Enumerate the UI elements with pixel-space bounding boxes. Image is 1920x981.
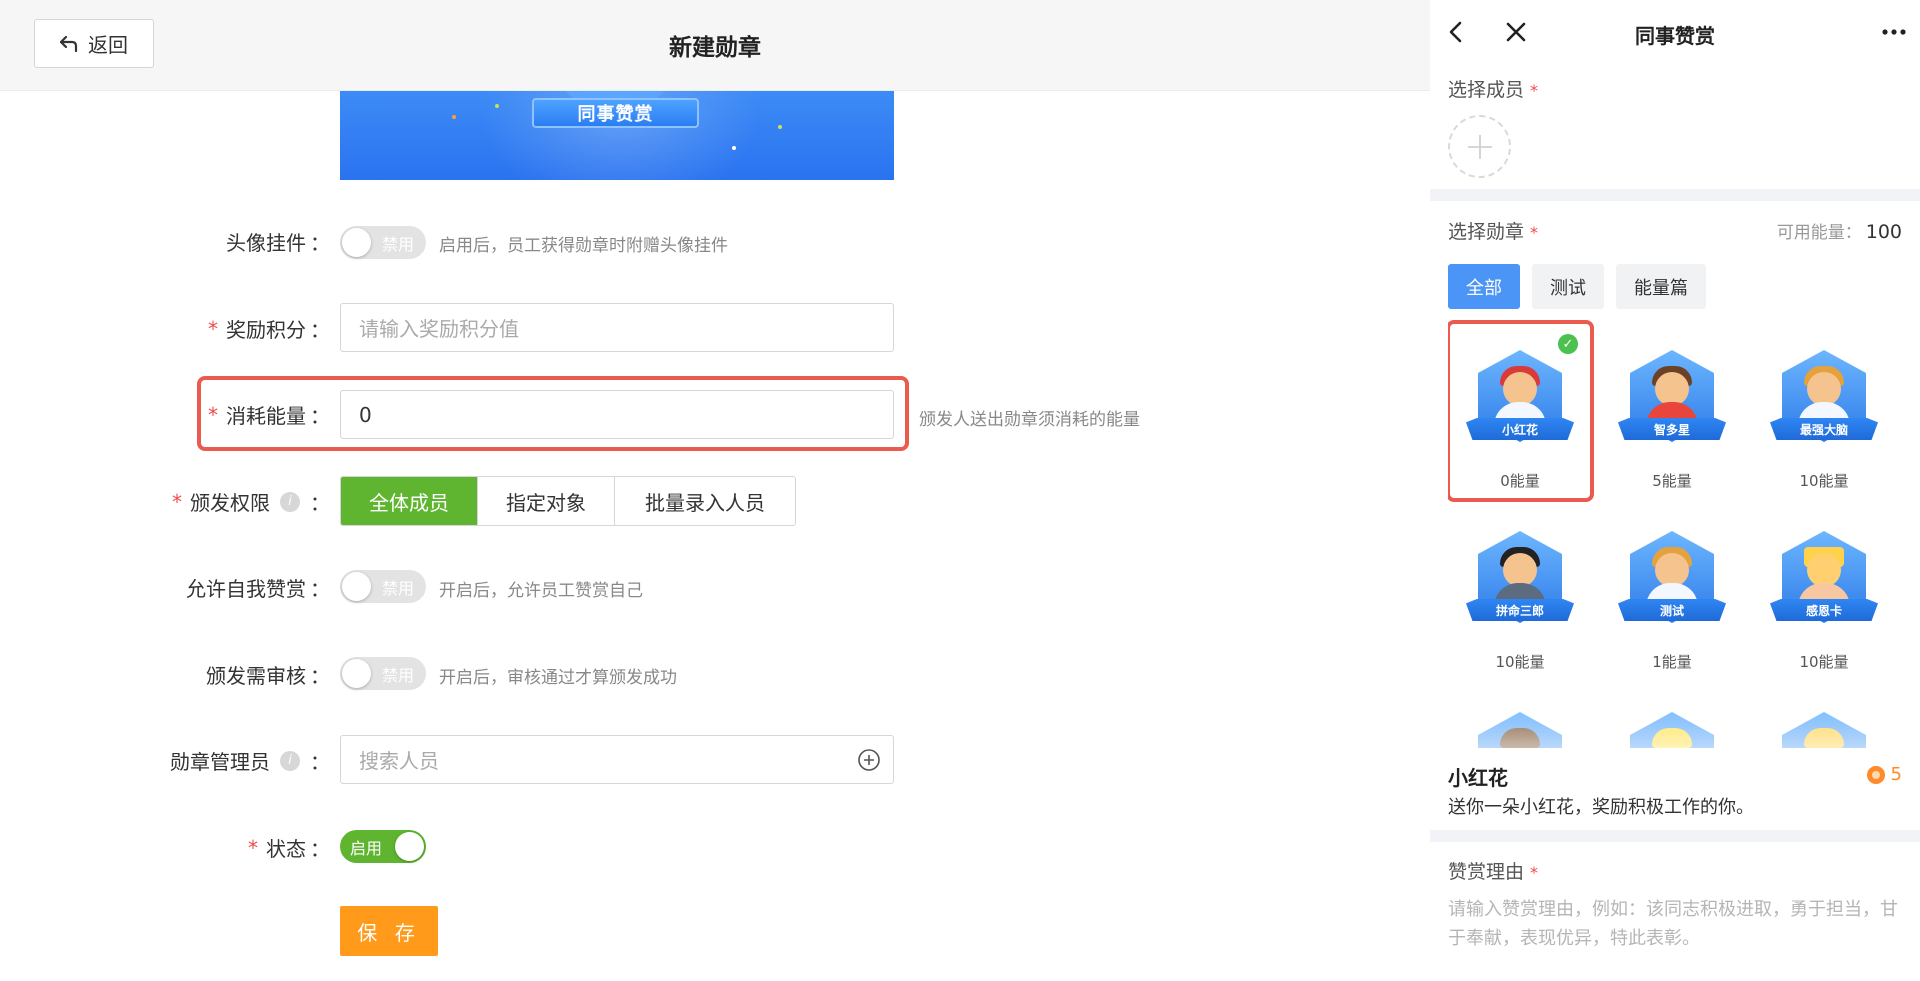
badge-item-pinmingsanlang[interactable]: 拼命三郎 10能量: [1448, 501, 1592, 677]
option-all-members[interactable]: 全体成员: [341, 477, 478, 525]
status-toggle[interactable]: 启用: [340, 830, 426, 863]
add-circle-icon[interactable]: [857, 748, 881, 772]
selected-badge-desc: 送你一朵小红花，奖励积极工作的你。: [1448, 797, 1754, 818]
option-specific-target[interactable]: 指定对象: [478, 477, 615, 525]
badge-item-zuiqiangdanao[interactable]: 最强大脑 10能量: [1752, 320, 1896, 496]
badge-image: 测试: [1618, 531, 1726, 631]
save-button[interactable]: 保 存: [340, 906, 438, 956]
selected-badge-energy: 5: [1866, 764, 1902, 785]
info-icon[interactable]: i: [280, 491, 300, 512]
mobile-title: 同事赞赏: [1635, 24, 1715, 48]
avatar-pendant-hint: 启用后，员工获得勋章时附赠头像挂件: [439, 236, 728, 256]
section-divider: [1430, 830, 1920, 842]
badge-item-ganenka[interactable]: 感恩卡 10能量: [1752, 501, 1896, 677]
page-title: 新建勋章: [669, 35, 761, 61]
top-bar: 返回 新建勋章: [0, 0, 1430, 91]
issue-review-label: 颁发需审核：: [206, 664, 330, 688]
banner-ribbon: 同事赞赏: [532, 98, 699, 128]
check-icon: ✓: [1558, 334, 1578, 354]
option-batch-import[interactable]: 批量录入人员: [615, 477, 795, 525]
energy-cost-hint: 颁发人送出勋章须消耗的能量: [919, 410, 1140, 430]
badge-grid: 小红花 0能量 ✓ 智多星 5能量 最强大脑 10能量 拼命三郎 10能量 测试…: [1448, 320, 1908, 748]
badge-form-panel: 返回 新建勋章 同事赞赏 头像挂件： 禁用 启用后，员工获得勋章时附赠头像挂件 …: [0, 0, 1430, 981]
self-praise-toggle[interactable]: 禁用: [340, 570, 426, 603]
praise-reason-label: 赞赏理由 *: [1448, 861, 1539, 883]
info-icon[interactable]: i: [280, 750, 300, 771]
avatar-pendant-toggle[interactable]: 禁用: [340, 226, 426, 259]
energy-cost-label: * 消耗能量：: [208, 402, 330, 429]
issue-permission-label: * 颁发权限 i：: [172, 489, 330, 516]
tab-test[interactable]: 测试: [1532, 264, 1604, 309]
select-badge-label: 选择勋章 *: [1448, 221, 1539, 243]
issue-review-toggle[interactable]: 禁用: [340, 657, 426, 690]
praise-reason-textarea[interactable]: 请输入赞赏理由，例如：该同志积极进取，勇于担当，甘于奉献，表现优异，特此表彰。: [1448, 895, 1904, 953]
badge-preview-banner: 同事赞赏: [340, 91, 894, 180]
avatar-pendant-label: 头像挂件：: [226, 231, 330, 255]
available-energy: 可用能量： 100: [1776, 221, 1902, 243]
self-praise-hint: 开启后，允许员工赞赏自己: [439, 581, 643, 601]
selected-badge-name: 小红花: [1448, 766, 1508, 790]
reward-points-input[interactable]: 请输入奖励积分值: [340, 303, 894, 352]
screen: 返回 新建勋章 同事赞赏 头像挂件： 禁用 启用后，员工获得勋章时附赠头像挂件 …: [0, 0, 1920, 981]
badge-item-xiaohonghua[interactable]: 小红花 0能量 ✓: [1448, 320, 1594, 502]
self-praise-label: 允许自我赞赏：: [186, 577, 330, 601]
badge-item-zhiduoxing[interactable]: 智多星 5能量: [1600, 320, 1744, 496]
badge-admin-search-input[interactable]: 搜索人员: [340, 735, 894, 784]
select-member-label: 选择成员 *: [1448, 79, 1539, 101]
add-member-button[interactable]: [1448, 115, 1511, 178]
badge-image: 智多星: [1618, 350, 1726, 450]
energy-coin-icon: [1866, 765, 1885, 784]
colleague-praise-panel: 同事赞赏 选择成员 * 选择勋章 * 可用能量： 100 全部 测试 能量篇 小红花 …: [1430, 0, 1920, 981]
mobile-header: 同事赞赏: [1430, 0, 1920, 66]
tab-energy[interactable]: 能量篇: [1616, 264, 1706, 309]
more-icon[interactable]: [1880, 18, 1908, 46]
reward-points-label: * 奖励积分：: [208, 316, 330, 343]
plus-icon: [1467, 134, 1492, 159]
badge-image: 最强大脑: [1770, 350, 1878, 450]
badge-item-ceshi[interactable]: 测试 1能量: [1600, 501, 1744, 677]
section-divider: [1430, 189, 1920, 201]
badge-admin-label: 勋章管理员 i：: [170, 750, 330, 774]
badge-image: 感恩卡: [1770, 531, 1878, 631]
badge-image: 拼命三郎: [1466, 531, 1574, 631]
issue-review-hint: 开启后，审核通过才算颁发成功: [439, 668, 677, 688]
energy-cost-input[interactable]: 0: [340, 390, 894, 439]
status-label: * 状态：: [248, 835, 330, 862]
tab-all[interactable]: 全部: [1448, 264, 1520, 309]
issue-permission-options: 全体成员 指定对象 批量录入人员: [340, 476, 796, 526]
badge-category-tabs: 全部 测试 能量篇: [1448, 264, 1706, 309]
